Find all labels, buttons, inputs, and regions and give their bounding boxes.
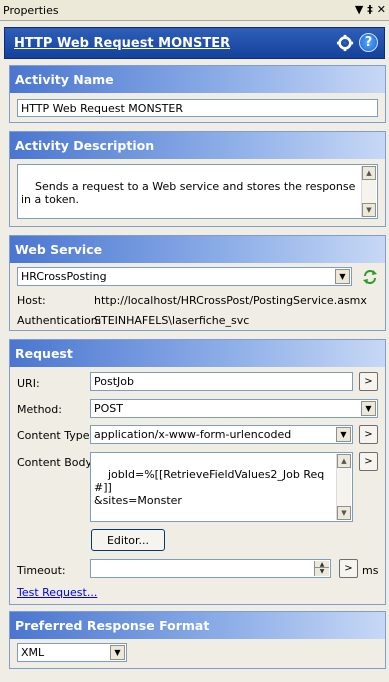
activity-description-heading: Activity Description <box>15 138 155 153</box>
authentication-value: STEINHAFELS\laserfiche_svc <box>94 314 250 327</box>
activity-description-text: Sends a request to a Web service and sto… <box>21 180 359 206</box>
refresh-icon[interactable] <box>362 269 378 285</box>
request-section: Request URI: PostJob > Method: POST ▼ Co… <box>9 339 386 605</box>
uri-input[interactable]: PostJob <box>90 372 353 391</box>
content-type-more-button[interactable]: > <box>359 425 378 444</box>
close-icon[interactable]: ✕ <box>377 3 386 17</box>
activity-header-title[interactable]: HTTP Web Request MONSTER <box>14 36 230 51</box>
method-select[interactable]: POST ▼ <box>90 399 378 418</box>
response-format-header: Preferred Response Format <box>10 612 385 639</box>
dropdown-menu-icon[interactable]: ▼ <box>355 3 363 17</box>
editor-button[interactable]: Editor... <box>91 529 165 551</box>
window-title: Properties <box>3 3 59 17</box>
web-service-section: Web Service HRCrossPosting ▼ Host: http:… <box>9 235 386 331</box>
request-header: Request <box>10 340 385 367</box>
uri-more-button[interactable]: > <box>359 372 378 391</box>
properties-titlebar: Properties ▼ ‡ ✕ <box>0 0 389 21</box>
uri-label: URI: <box>17 377 40 390</box>
method-selected: POST <box>94 402 123 415</box>
content-body-text: jobId=%[[RetrieveFieldValues2_Job Req #]… <box>94 468 325 507</box>
activity-header: HTTP Web Request MONSTER ? <box>4 27 385 59</box>
scroll-up-icon[interactable]: ▲ <box>362 166 376 180</box>
activity-name-heading: Activity Name <box>15 72 114 87</box>
chevron-down-icon[interactable]: ▼ <box>335 269 350 284</box>
timeout-label: Timeout: <box>17 564 66 577</box>
host-value: http://localhost/HRCrossPost/PostingServ… <box>94 294 367 307</box>
timeout-more-button[interactable]: > <box>339 559 358 578</box>
timeout-spinner[interactable]: ▲ ▼ <box>314 561 329 576</box>
chevron-down-icon[interactable]: ▼ <box>361 401 376 416</box>
content-body-label: Content Body: <box>17 456 95 469</box>
scroll-down-icon[interactable]: ▼ <box>362 203 376 217</box>
timeout-unit: ms <box>362 564 379 577</box>
activity-name-section: Activity Name HTTP Web Request MONSTER <box>9 65 386 123</box>
response-format-section: Preferred Response Format XML ▼ <box>9 611 386 669</box>
web-service-heading: Web Service <box>15 242 103 257</box>
response-format-heading: Preferred Response Format <box>15 618 210 633</box>
activity-description-section: Activity Description Sends a request to … <box>9 131 386 227</box>
spin-up-icon[interactable]: ▲ <box>315 561 329 568</box>
web-service-selected: HRCrossPosting <box>21 270 107 283</box>
content-type-select[interactable]: application/x-www-form-urlencoded ▼ <box>90 425 353 444</box>
scroll-up-icon[interactable]: ▲ <box>337 454 351 468</box>
content-body-scrollbar[interactable]: ▲ ▼ <box>336 454 351 520</box>
help-icon[interactable]: ? <box>359 33 378 52</box>
content-body-input[interactable]: jobId=%[[RetrieveFieldValues2_Job Req #]… <box>90 452 353 522</box>
activity-name-input[interactable]: HTTP Web Request MONSTER <box>17 99 378 117</box>
content-body-more-button[interactable]: > <box>359 452 378 471</box>
host-label: Host: <box>17 294 46 307</box>
help-icon-glyph: ? <box>364 35 373 50</box>
chevron-down-icon[interactable]: ▼ <box>336 427 351 442</box>
content-type-label: Content Type: <box>17 429 94 442</box>
activity-name-header: Activity Name <box>10 66 385 93</box>
request-heading: Request <box>15 346 73 361</box>
pin-icon[interactable]: ‡ <box>367 3 373 17</box>
scroll-down-icon[interactable]: ▼ <box>337 506 351 520</box>
spin-down-icon[interactable]: ▼ <box>315 568 329 575</box>
description-scrollbar[interactable]: ▲ ▼ <box>361 166 376 217</box>
timeout-input[interactable]: 100000 ▲▼ <box>90 559 331 578</box>
response-format-selected: XML <box>21 646 45 659</box>
web-service-select[interactable]: HRCrossPosting ▼ <box>17 267 352 286</box>
authentication-label: Authentication: <box>17 314 102 327</box>
content-type-selected: application/x-www-form-urlencoded <box>94 428 292 441</box>
response-format-select[interactable]: XML ▼ <box>17 643 127 662</box>
activity-description-input[interactable]: Sends a request to a Web service and sto… <box>17 164 378 219</box>
activity-description-header: Activity Description <box>10 132 385 159</box>
timeout-value: 100000 <box>108 575 150 577</box>
method-label: Method: <box>17 403 62 416</box>
chevron-down-icon[interactable]: ▼ <box>110 645 125 660</box>
test-request-link[interactable]: Test Request... <box>17 586 97 599</box>
web-service-header: Web Service <box>10 236 385 263</box>
gear-icon[interactable] <box>336 34 354 52</box>
